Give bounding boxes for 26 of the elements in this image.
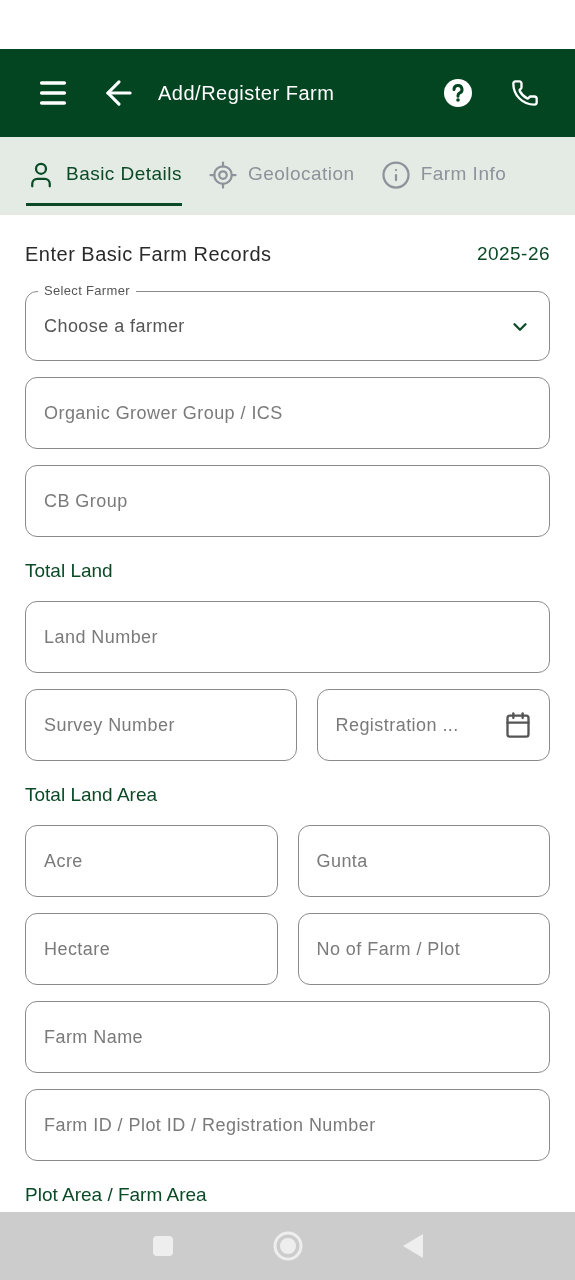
input-field[interactable]: Gunta [297, 825, 550, 897]
input-field[interactable]: Farm ID / Plot ID / Registration Number [25, 1089, 550, 1161]
target-icon [208, 159, 238, 190]
input-field[interactable]: CB Group [25, 465, 550, 537]
date-field[interactable]: Registration ... [316, 689, 550, 761]
field-label: Select Farmer [43, 283, 131, 299]
page-title: Add/Register Farm [158, 81, 336, 106]
select-field[interactable]: Select Farmer Choose a farmer [25, 283, 550, 361]
input-field[interactable]: Survey Number [25, 689, 297, 761]
input-field[interactable]: Acre [25, 825, 278, 897]
info-icon [380, 159, 411, 190]
form-heading: Enter Basic Farm Records [25, 242, 272, 267]
help-icon[interactable] [443, 78, 473, 108]
phone-icon[interactable] [511, 79, 539, 107]
section-heading: Total Land [25, 559, 114, 583]
calendar-icon [504, 711, 532, 739]
select-value: Choose a farmer [44, 315, 186, 338]
input-field[interactable]: Organic Grower Group / ICS [25, 377, 550, 449]
section-heading: Plot Area / Farm Area [25, 1183, 208, 1207]
section-heading: Total Land Area [25, 783, 159, 807]
season-year: 2025-26 [476, 241, 550, 266]
input-field[interactable]: No of Farm / Plot [297, 913, 550, 985]
input-field[interactable]: Hectare [25, 913, 278, 985]
input-field[interactable]: Farm Name [25, 1001, 550, 1073]
tab[interactable]: Basic Details [26, 146, 182, 206]
input-field[interactable]: Land Number [25, 601, 550, 673]
